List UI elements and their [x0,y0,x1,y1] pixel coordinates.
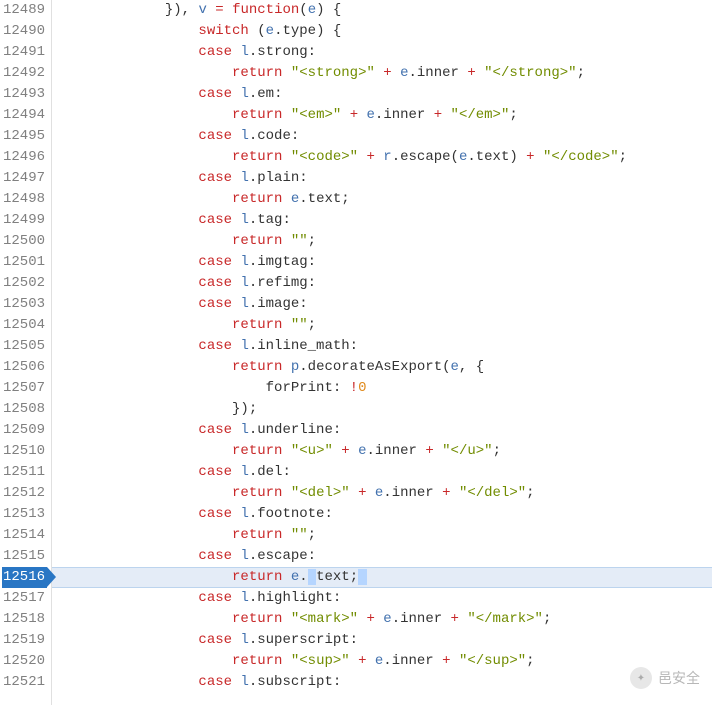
code-line[interactable]: case l.refimg: [64,273,712,294]
line-number[interactable]: 12502 [2,273,47,294]
code-line[interactable]: }); [64,399,712,420]
line-number[interactable]: 12513 [2,504,47,525]
code-editor[interactable]: 1248912490124911249212493124941249512496… [0,0,712,705]
code-line[interactable]: return "<del>" + e.inner + "</del>"; [64,483,712,504]
code-line[interactable]: return ""; [64,525,712,546]
code-line[interactable]: case l.tag: [64,210,712,231]
code-line[interactable]: case l.superscript: [64,630,712,651]
code-line[interactable]: return "<em>" + e.inner + "</em>"; [64,105,712,126]
line-number[interactable]: 12492 [2,63,47,84]
code-line[interactable]: case l.code: [64,126,712,147]
watermark: ✦ 邑安全 [630,667,700,689]
line-number[interactable]: 12490 [2,21,47,42]
watermark-text: 邑安全 [658,668,700,689]
line-number[interactable]: 12491 [2,42,47,63]
code-line[interactable]: case l.inline_math: [64,336,712,357]
line-number[interactable]: 12511 [2,462,47,483]
code-line[interactable]: return e.text; [64,189,712,210]
line-number[interactable]: 12505 [2,336,47,357]
line-number[interactable]: 12516 [2,567,47,588]
line-number[interactable]: 12515 [2,546,47,567]
code-area[interactable]: }), v = function(e) { switch (e.type) { … [52,0,712,705]
code-line[interactable]: return p.decorateAsExport(e, { [64,357,712,378]
code-line[interactable]: case l.subscript: [64,672,712,693]
line-number[interactable]: 12493 [2,84,47,105]
line-number-gutter[interactable]: 1248912490124911249212493124941249512496… [0,0,52,705]
line-number[interactable]: 12508 [2,399,47,420]
code-line[interactable]: case l.imgtag: [64,252,712,273]
code-line[interactable]: switch (e.type) { [64,21,712,42]
line-number[interactable]: 12489 [2,0,47,21]
line-number[interactable]: 12521 [2,672,47,693]
line-number[interactable]: 12499 [2,210,47,231]
line-number[interactable]: 12494 [2,105,47,126]
code-line[interactable]: }), v = function(e) { [64,0,712,21]
line-number[interactable]: 12510 [2,441,47,462]
line-number[interactable]: 12509 [2,420,47,441]
line-number[interactable]: 12497 [2,168,47,189]
code-line[interactable]: case l.footnote: [64,504,712,525]
code-line[interactable]: return "<sup>" + e.inner + "</sup>"; [64,651,712,672]
code-line[interactable]: return ""; [64,231,712,252]
line-number[interactable]: 12506 [2,357,47,378]
line-number[interactable]: 12520 [2,651,47,672]
line-number[interactable]: 12517 [2,588,47,609]
line-number[interactable]: 12496 [2,147,47,168]
code-line[interactable]: return e. text; [52,567,712,588]
line-number[interactable]: 12512 [2,483,47,504]
line-number[interactable]: 12504 [2,315,47,336]
code-line[interactable]: return ""; [64,315,712,336]
line-number[interactable]: 12500 [2,231,47,252]
line-number[interactable]: 12498 [2,189,47,210]
line-number[interactable]: 12501 [2,252,47,273]
code-line[interactable]: case l.del: [64,462,712,483]
code-line[interactable]: case l.em: [64,84,712,105]
code-line[interactable]: case l.escape: [64,546,712,567]
code-line[interactable]: return "<mark>" + e.inner + "</mark>"; [64,609,712,630]
code-line[interactable]: return "<u>" + e.inner + "</u>"; [64,441,712,462]
line-number[interactable]: 12495 [2,126,47,147]
code-line[interactable]: case l.highlight: [64,588,712,609]
line-number[interactable]: 12503 [2,294,47,315]
code-line[interactable]: case l.plain: [64,168,712,189]
line-number[interactable]: 12519 [2,630,47,651]
code-line[interactable]: return "<code>" + r.escape(e.text) + "</… [64,147,712,168]
line-number[interactable]: 12514 [2,525,47,546]
line-number[interactable]: 12507 [2,378,47,399]
code-line[interactable]: forPrint: !0 [64,378,712,399]
code-line[interactable]: return "<strong>" + e.inner + "</strong>… [64,63,712,84]
code-line[interactable]: case l.underline: [64,420,712,441]
code-line[interactable]: case l.image: [64,294,712,315]
code-line[interactable]: case l.strong: [64,42,712,63]
line-number[interactable]: 12518 [2,609,47,630]
wechat-icon: ✦ [630,667,652,689]
